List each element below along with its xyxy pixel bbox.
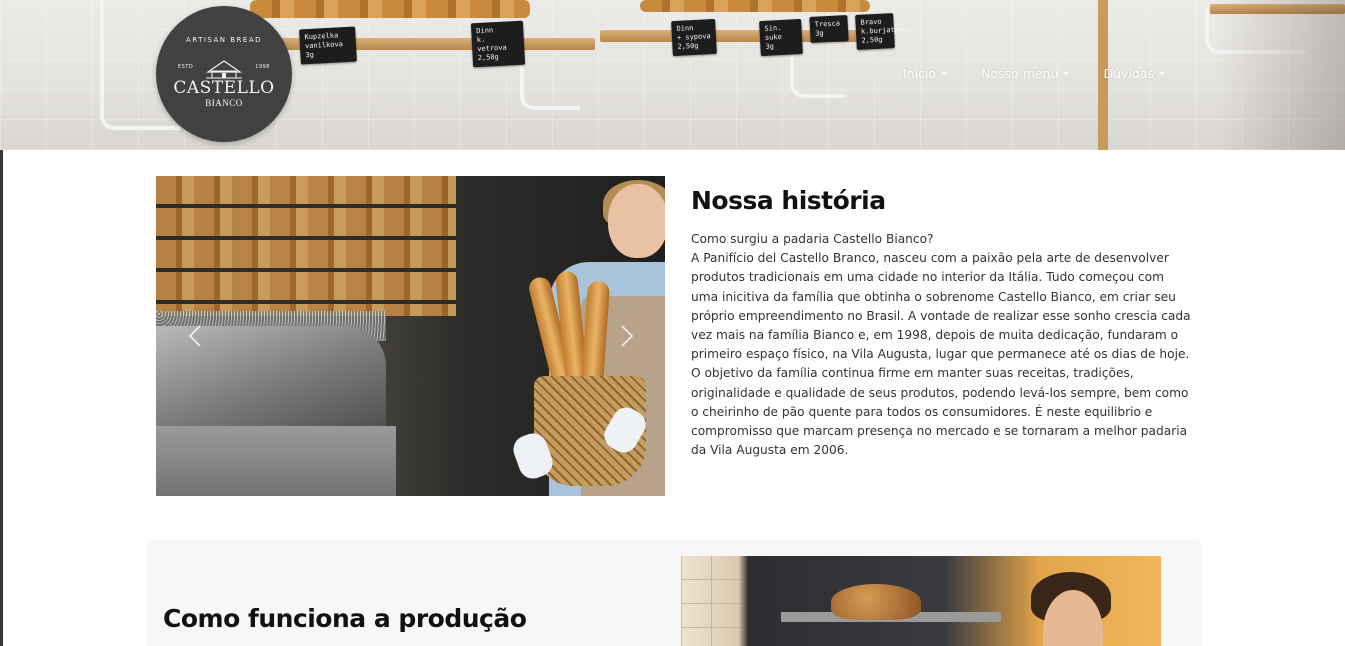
brand-logo[interactable]: ARTISAN BREAD ESTD 1998 CASTELLO BIANCO — [156, 6, 292, 142]
shadow-decoration — [1215, 0, 1345, 150]
hero-header: Kupzelka vanilkova 3g Dinn k. vetrova 2,… — [0, 0, 1345, 150]
price-sign: Kupzelka vanilkova 3g — [299, 26, 357, 65]
nav-item-inicio[interactable]: Início — [903, 66, 948, 81]
about-title: Nossa história — [691, 186, 886, 215]
about-question: Como surgiu a padaria Castello Bianco? — [691, 232, 934, 246]
logo-name: CASTELLO — [173, 78, 275, 98]
bread-display-decoration — [640, 0, 870, 12]
bread-display-decoration — [250, 0, 530, 18]
counter-image — [156, 426, 396, 496]
caret-down-icon — [1063, 72, 1070, 75]
logo-subname: BIANCO — [205, 98, 243, 108]
main-nav: Início Nosso menu Dúvidas — [903, 66, 1199, 81]
logo-estd-year: 1998 — [255, 64, 270, 70]
price-sign: Dinn k. vetrova 2,50g — [470, 20, 526, 68]
nav-item-label: Nosso menu — [981, 66, 1059, 81]
price-sign: Bravo k.burjatovo 2,50g — [855, 13, 907, 50]
nav-item-label: Dúvidas — [1103, 66, 1154, 81]
production-title: Como funciona a produção — [163, 604, 527, 633]
tile-wall-image — [681, 556, 741, 646]
production-image — [681, 556, 1161, 646]
image-carousel — [156, 176, 665, 496]
nav-item-nosso-menu[interactable]: Nosso menu — [981, 66, 1070, 81]
about-body: Como surgiu a padaria Castello Bianco? A… — [691, 230, 1191, 460]
baker-face-image — [608, 184, 665, 258]
nav-item-label: Início — [903, 66, 937, 81]
nav-item-duvidas[interactable]: Dúvidas — [1103, 66, 1165, 81]
about-text: Nossa história Como surgiu a padaria Cas… — [691, 186, 1191, 460]
bread-loaf-image — [831, 584, 921, 620]
carousel-prev-button[interactable] — [182, 321, 208, 351]
price-sign: Tresca 3g — [809, 15, 849, 43]
caret-down-icon — [1158, 72, 1165, 75]
price-sign: Sin. suke 3g — [759, 18, 803, 57]
bread-shelves-image — [156, 176, 456, 316]
caret-down-icon — [941, 72, 948, 75]
chevron-right-icon — [621, 325, 634, 347]
production-section: Como funciona a produção — [147, 540, 1202, 646]
chevron-left-icon — [188, 325, 201, 347]
rail-decoration — [520, 40, 580, 110]
bakery-house-icon — [206, 60, 242, 79]
logo-tagline: ARTISAN BREAD — [185, 36, 263, 44]
about-paragraph: A Panifício del Castello Branco, nasceu … — [691, 251, 1191, 458]
logo-estd-label: ESTD — [178, 64, 194, 70]
price-sign: Dinn + sypova 2,50g — [671, 18, 717, 57]
carousel-next-button[interactable] — [614, 321, 640, 351]
